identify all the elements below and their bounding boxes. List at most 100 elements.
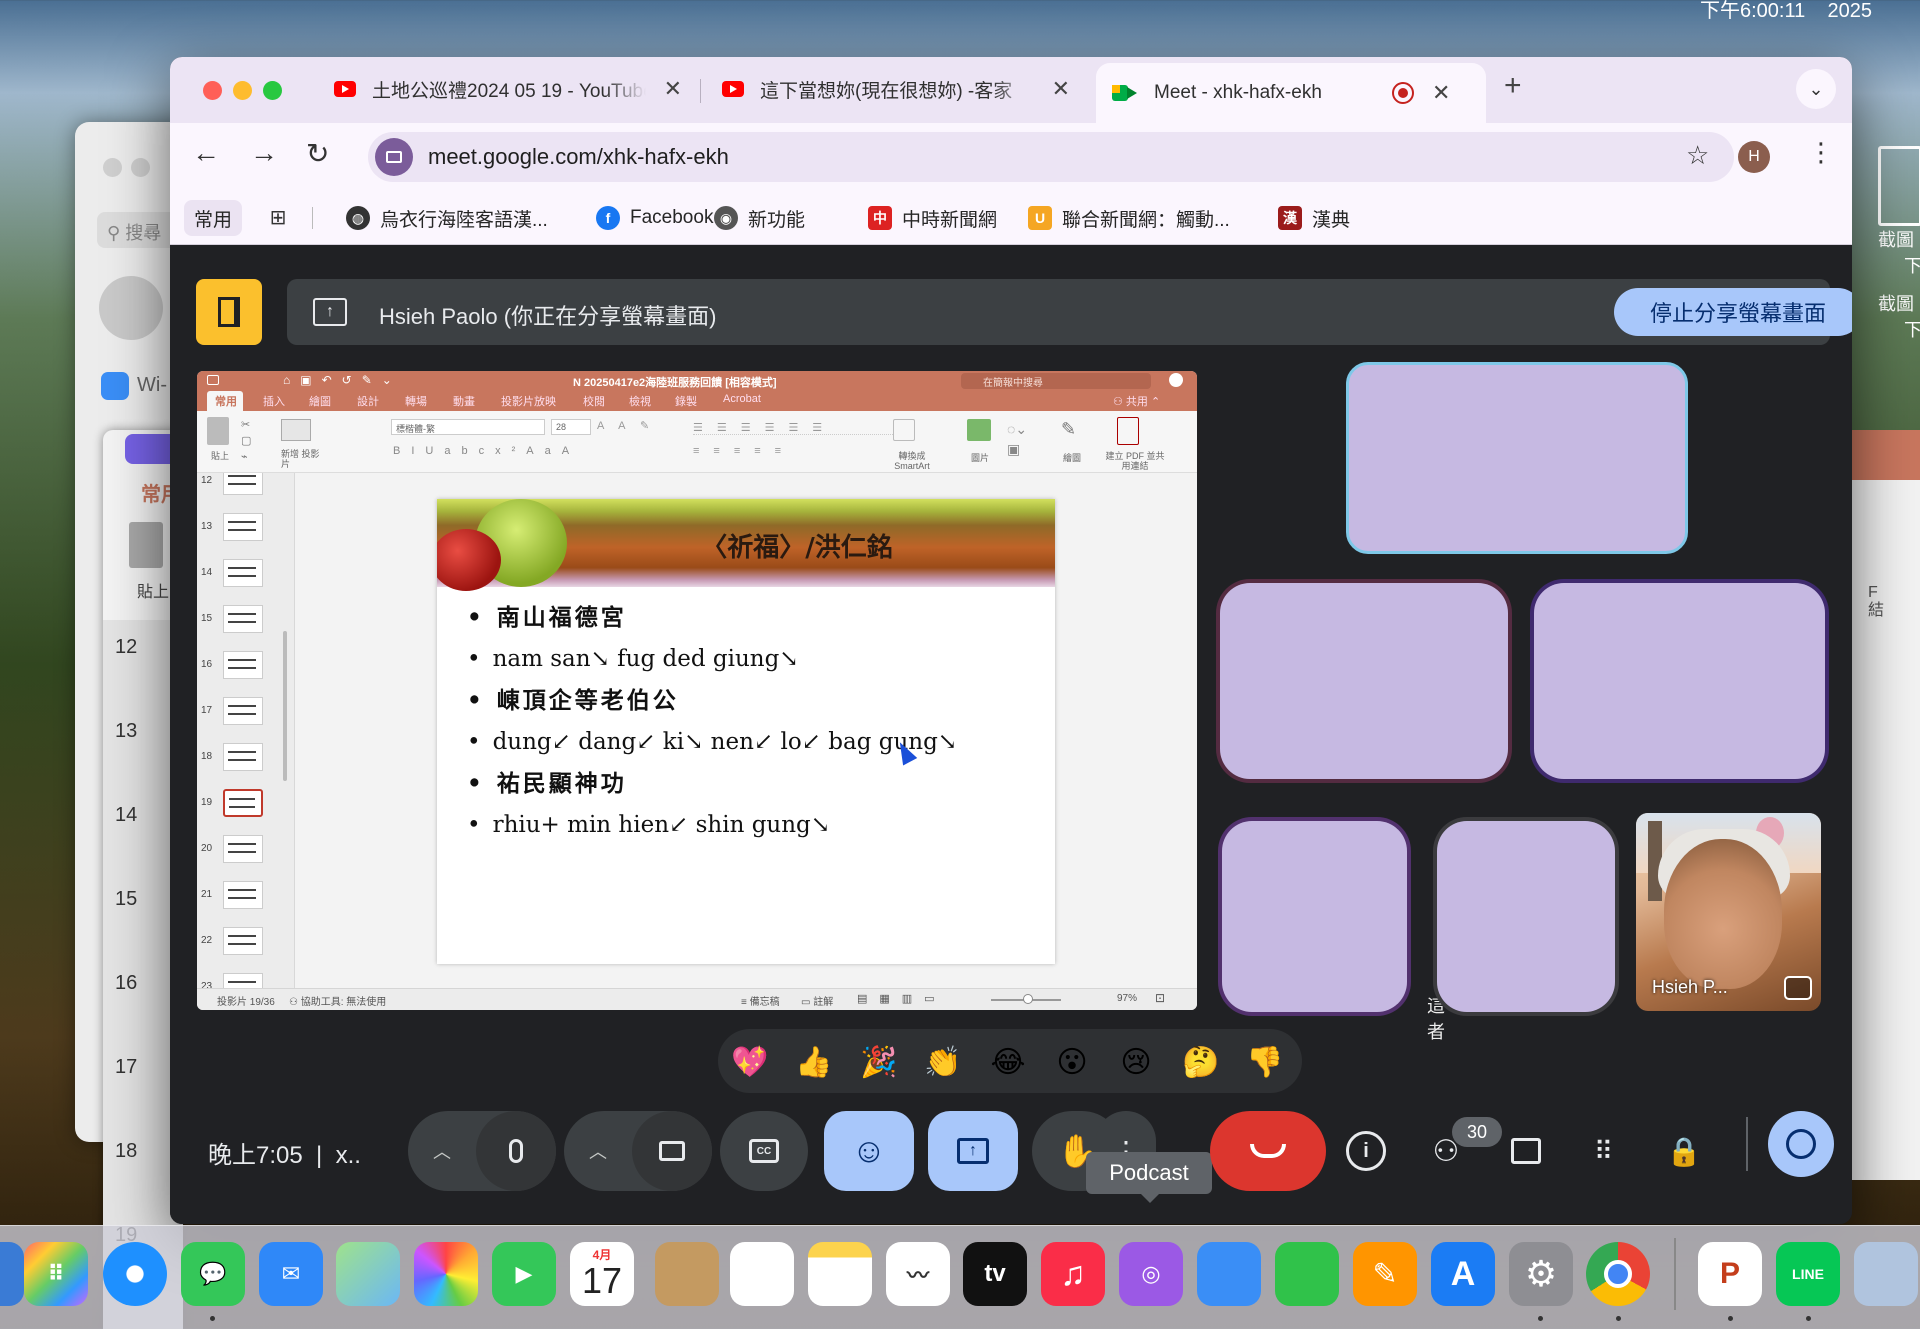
tab-youtube-1[interactable]: 土地公巡禮2024 05 19 - YouTube ✕ [318,63,698,115]
present-now-button[interactable]: ↑ [928,1111,1018,1191]
leave-call-button[interactable] [1210,1111,1326,1191]
bookmark-item[interactable]: ◉ 新功能 [714,200,805,236]
tab-close-icon[interactable]: ✕ [1432,80,1450,106]
desktop-item-label: 下 [1904,256,1920,276]
back-arrow-icon[interactable]: ← [192,137,220,169]
reload-icon[interactable]: ↻ [306,137,329,170]
powerpoint-icon[interactable]: P [1698,1242,1762,1306]
stop-sharing-button[interactable]: 停止分享螢幕畫面 [1614,288,1852,336]
reaction-party-popper[interactable]: 🎉 [859,1042,899,1082]
chrome-window[interactable]: 土地公巡禮2024 05 19 - YouTube ✕ 這下當想妳(現在很想妳)… [170,57,1852,1224]
reaction-surprised[interactable]: 😮 [1052,1042,1092,1082]
audio-settings-chevron-up-icon[interactable]: ︿ [422,1131,462,1171]
window-close-button[interactable] [103,158,122,177]
reaction-sparkling-heart[interactable]: 💖 [730,1042,770,1082]
pages-icon[interactable]: ✎ [1353,1242,1417,1306]
bookmark-facebook[interactable]: f Facebook [596,200,713,236]
launchpad-icon[interactable]: ⠿ [24,1242,88,1306]
reaction-joy[interactable]: 😂 [988,1042,1028,1082]
expand-video-icon[interactable] [1784,976,1812,1000]
new-tab-button[interactable]: + [1504,69,1522,103]
timer-button[interactable] [1768,1111,1834,1177]
reaction-thumbs-up[interactable]: 👍 [794,1042,834,1082]
bookmark-star-icon[interactable]: ☆ [1686,140,1709,171]
bookmark-folder-common[interactable]: 常用 [184,200,243,236]
companion-mode-door-button[interactable] [196,279,262,345]
participant-tile[interactable] [1534,583,1825,779]
meet-camera-icon[interactable] [375,138,413,176]
running-indicator [1538,1316,1543,1321]
participant-tile[interactable] [1220,583,1508,779]
host-controls-lock-icon[interactable]: 🔒 [1664,1131,1704,1171]
music-icon[interactable]: ♫ [1041,1242,1105,1306]
podcasts-icon[interactable]: ◎ [1119,1242,1183,1306]
participant-tile[interactable] [1222,821,1407,1012]
window-close-button[interactable] [203,81,222,100]
forward-arrow-icon[interactable]: → [250,137,278,169]
tab-close-icon[interactable]: ✕ [664,76,682,102]
video-settings-chevron-up-icon[interactable]: ︿ [578,1131,618,1171]
menubar-clock[interactable]: 下午6:00:11 2025 [1700,0,1872,23]
bookmark-item[interactable]: U 聯合新聞網：觸動... [1028,200,1230,236]
apps-grid-icon[interactable]: ⊞ [266,205,290,229]
window-minimize-button[interactable] [131,158,150,177]
tab-search-chevron-down-icon[interactable]: ⌄ [1796,69,1836,109]
tooltip: Podcast [1086,1152,1212,1203]
bookmark-item[interactable]: 漢漢典 [1278,200,1350,236]
sidebar-item-wifi[interactable]: Wi- [137,374,167,397]
camera-button[interactable] [632,1111,712,1191]
tab-meet[interactable]: Meet - xhk-hafx-ekh ✕ [1096,63,1486,123]
running-indicator [210,1316,215,1321]
profile-avatar[interactable]: H [1738,141,1770,173]
photos-icon[interactable] [414,1242,478,1306]
self-video-tile[interactable]: Hsieh P... [1636,813,1821,1011]
mic-button[interactable] [476,1111,556,1191]
more-menu-icon[interactable]: ⋮ [1808,137,1834,168]
facetime-icon[interactable]: ▶ [492,1242,556,1306]
activities-grid-icon[interactable]: ⠿ [1584,1131,1624,1171]
captions-button[interactable]: CC [720,1111,808,1191]
reaction-clap[interactable]: 👏 [923,1042,963,1082]
people-icon[interactable]: ⚇ [1426,1131,1466,1171]
maps-icon[interactable] [336,1242,400,1306]
freeform-icon[interactable]: 〰 [886,1242,950,1306]
bookmark-item[interactable]: 中中時新聞網 [868,200,997,236]
chat-icon[interactable] [1506,1131,1546,1171]
quick-access-icons: ⌂▣↶↺✎⌄ [283,373,402,387]
bookmark-item[interactable]: ◍ 烏衣行海陸客語漢... [346,200,548,236]
calendar-icon[interactable]: 4月 17 [570,1242,634,1306]
apple-tv-icon[interactable]: tv [963,1242,1027,1306]
chrome-icon[interactable] [1586,1242,1650,1306]
reaction-thinking[interactable]: 🤔 [1181,1042,1221,1082]
participant-tile[interactable] [1437,821,1615,1012]
notes-icon[interactable] [808,1242,872,1306]
tab-close-icon[interactable]: ✕ [1052,76,1070,102]
mail-icon[interactable]: ✉ [259,1242,323,1306]
line-icon[interactable]: LINE [1776,1242,1840,1306]
reminders-icon[interactable] [730,1242,794,1306]
messages-icon[interactable]: 💬 [181,1242,245,1306]
accessibility-status: ⚇ 協助工具: 無法使用 [289,997,387,1008]
reactions-button[interactable]: ☺ [824,1111,914,1191]
participant-tile-active-speaker[interactable] [1346,362,1688,554]
address-bar[interactable]: meet.google.com/xhk-hafx-ekh ☆ [368,132,1734,182]
comments-button: ▭ 註解 [801,997,834,1008]
tab-youtube-2[interactable]: 這下當想妳(現在很想妳) -客家 ✕ [706,63,1086,115]
app-store-icon[interactable]: A [1431,1242,1495,1306]
reaction-sad[interactable]: 😢 [1116,1042,1156,1082]
safari-icon[interactable] [103,1242,167,1306]
contacts-icon[interactable] [655,1242,719,1306]
screenshot-file-icon[interactable] [1878,146,1920,226]
preview-icon[interactable] [1854,1242,1918,1306]
reaction-thumbs-down[interactable]: 👎 [1245,1042,1285,1082]
meeting-info-icon[interactable]: i [1346,1131,1386,1171]
url-text[interactable]: meet.google.com/xhk-hafx-ekh [428,144,729,170]
window-zoom-button[interactable] [263,81,282,100]
system-settings-gear-icon[interactable]: ⚙ [1509,1242,1573,1306]
avatar[interactable] [99,276,163,340]
finder-icon[interactable] [0,1242,24,1306]
numbers-icon[interactable] [1275,1242,1339,1306]
background-right-window[interactable]: F 結 [1848,430,1920,1180]
keynote-icon[interactable] [1197,1242,1261,1306]
window-minimize-button[interactable] [233,81,252,100]
